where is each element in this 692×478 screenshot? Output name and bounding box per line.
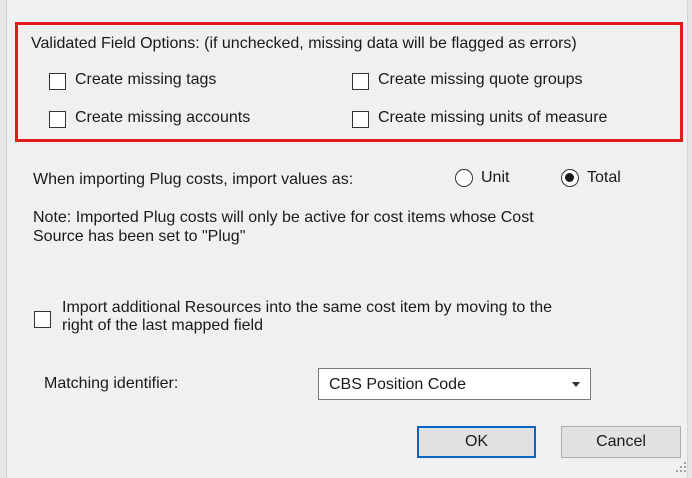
create-missing-accounts-checkbox[interactable] (49, 111, 66, 128)
validated-options-heading: Validated Field Options: (if unchecked, … (31, 35, 577, 52)
plug-costs-prompt: When importing Plug costs, import values… (33, 171, 354, 188)
create-missing-accounts-label[interactable]: Create missing accounts (75, 109, 250, 127)
window-left-edge (0, 0, 7, 478)
create-missing-units-of-measure-label[interactable]: Create missing units of measure (378, 109, 607, 127)
import-resources-checkbox[interactable] (34, 311, 51, 328)
unit-radio-label[interactable]: Unit (481, 169, 509, 187)
create-missing-tags-checkbox[interactable] (49, 73, 66, 90)
resize-grip-icon[interactable] (676, 462, 686, 472)
create-missing-units-of-measure-checkbox[interactable] (352, 111, 369, 128)
plug-note-line2: Source has been set to "Plug" (33, 228, 246, 245)
import-resources-label-line2[interactable]: right of the last mapped field (62, 317, 263, 335)
create-missing-quote-groups-label[interactable]: Create missing quote groups (378, 71, 583, 89)
total-radio-label[interactable]: Total (587, 169, 621, 187)
unit-radio[interactable] (455, 169, 473, 187)
create-missing-tags-label[interactable]: Create missing tags (75, 71, 216, 89)
window-right-edge (687, 0, 692, 478)
plug-note-line1: Note: Imported Plug costs will only be a… (33, 209, 534, 226)
total-radio[interactable] (561, 169, 579, 187)
matching-identifier-value: CBS Position Code (329, 376, 466, 393)
import-resources-label-line1[interactable]: Import additional Resources into the sam… (62, 299, 552, 317)
create-missing-quote-groups-checkbox[interactable] (352, 73, 369, 90)
cancel-button[interactable]: Cancel (561, 426, 681, 458)
total-radio-selected-dot (565, 173, 574, 182)
matching-identifier-select[interactable]: CBS Position Code (318, 368, 591, 400)
matching-identifier-label: Matching identifier: (44, 375, 179, 392)
ok-button[interactable]: OK (417, 426, 536, 458)
chevron-down-icon (572, 382, 580, 387)
